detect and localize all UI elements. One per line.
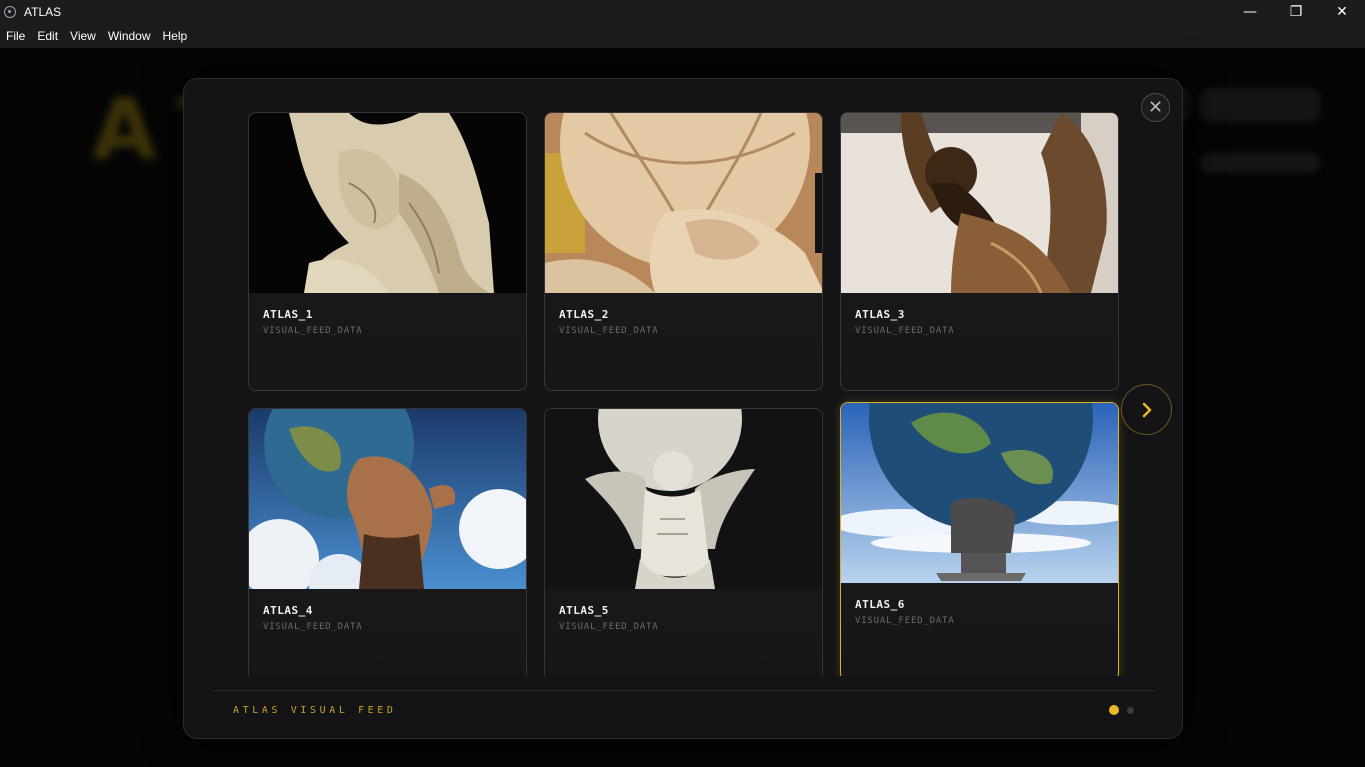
card-image (841, 113, 1118, 293)
card-image (249, 113, 526, 293)
menu-view[interactable]: View (64, 25, 102, 47)
background-nav-pill (1200, 88, 1320, 122)
pagination-dot-1[interactable] (1109, 705, 1119, 715)
card-title: ATLAS_4 (263, 604, 313, 617)
card-subtitle: VISUAL_FEED_DATA (855, 616, 955, 626)
card-title: ATLAS_2 (559, 308, 609, 321)
close-modal-button[interactable]: ✕ (1141, 93, 1170, 122)
feed-card-atlas-6[interactable]: ATLAS_6 VISUAL_FEED_DATA (840, 402, 1119, 676)
minimize-button[interactable]: — (1227, 0, 1273, 24)
title-bar: ATLAS — ❐ ✕ (0, 0, 1365, 24)
card-image (545, 113, 822, 293)
card-subtitle: VISUAL_FEED_DATA (559, 326, 659, 336)
restore-button[interactable]: ❐ (1273, 0, 1319, 24)
card-subtitle: VISUAL_FEED_DATA (263, 326, 363, 336)
card-grid[interactable]: ATLAS_1 VISUAL_FEED_DATA ATLAS_2 VISUAL_… (184, 79, 1182, 676)
close-window-button[interactable]: ✕ (1319, 0, 1365, 24)
window-controls: — ❐ ✕ (1227, 0, 1365, 24)
menu-help[interactable]: Help (157, 25, 194, 47)
window-title: ATLAS (24, 5, 62, 19)
card-title: ATLAS_3 (855, 308, 905, 321)
next-page-button[interactable] (1121, 384, 1172, 435)
card-image (545, 409, 822, 589)
menu-bar: File Edit View Window Help (0, 24, 1365, 48)
card-subtitle: VISUAL_FEED_DATA (559, 622, 659, 632)
pagination-dot-2[interactable] (1127, 707, 1134, 714)
visual-feed-modal: ATLAS_1 VISUAL_FEED_DATA ATLAS_2 VISUAL_… (183, 78, 1183, 739)
menu-window[interactable]: Window (102, 25, 157, 47)
card-title: ATLAS_5 (559, 604, 609, 617)
chevron-right-icon (1142, 402, 1151, 417)
card-title: ATLAS_1 (263, 308, 313, 321)
card-image (841, 403, 1118, 583)
card-subtitle: VISUAL_FEED_DATA (263, 622, 363, 632)
app-logo-icon (4, 6, 16, 18)
feed-card-atlas-1[interactable]: ATLAS_1 VISUAL_FEED_DATA (248, 112, 527, 391)
menu-edit[interactable]: Edit (31, 25, 64, 47)
card-subtitle: VISUAL_FEED_DATA (855, 326, 955, 336)
feed-card-atlas-5[interactable]: ATLAS_5 VISUAL_FEED_DATA (544, 408, 823, 676)
card-title: ATLAS_6 (855, 598, 905, 611)
menu-file[interactable]: File (0, 25, 31, 47)
feed-card-atlas-3[interactable]: ATLAS_3 VISUAL_FEED_DATA (840, 112, 1119, 391)
feed-card-atlas-2[interactable]: ATLAS_2 VISUAL_FEED_DATA (544, 112, 823, 391)
footer-divider (213, 690, 1155, 691)
feed-card-atlas-4[interactable]: ATLAS_4 VISUAL_FEED_DATA (248, 408, 527, 676)
background-nav-pill (1200, 153, 1320, 173)
footer-label: ATLAS VISUAL FEED (233, 705, 397, 716)
card-image (249, 409, 526, 589)
